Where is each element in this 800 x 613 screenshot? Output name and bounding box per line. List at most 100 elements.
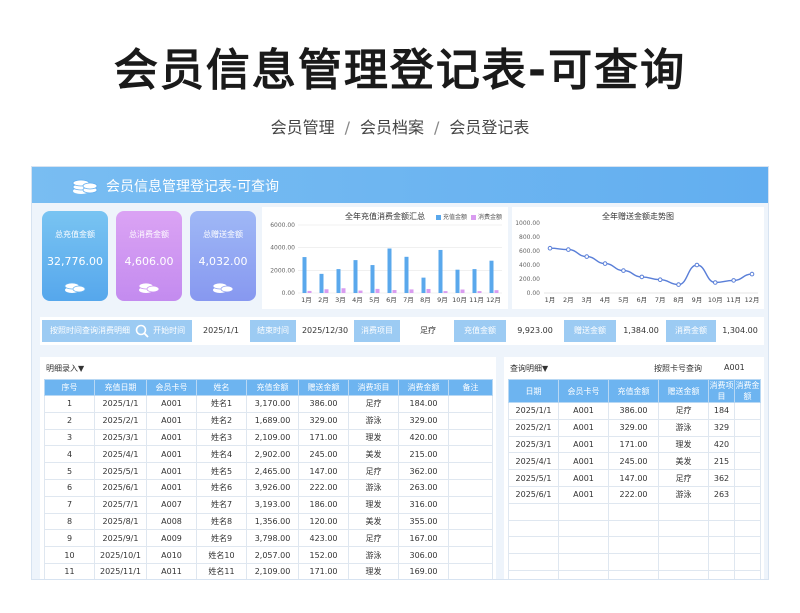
table-cell[interactable]: 11 (44, 562, 95, 579)
table-cell[interactable] (508, 553, 559, 571)
table-cell[interactable] (734, 502, 761, 521)
table-cell[interactable] (608, 502, 659, 521)
table-cell[interactable]: 理发 (348, 562, 399, 579)
query-detail-caption[interactable]: 查询明细▼ (510, 363, 548, 374)
query-card-input[interactable]: A001 (724, 363, 745, 372)
table-cell[interactable] (448, 495, 493, 514)
table-cell[interactable]: 美发 (348, 445, 399, 464)
table-cell[interactable]: 姓名9 (196, 529, 247, 548)
table-cell[interactable]: 2025/8/1 (94, 512, 147, 531)
table-cell[interactable] (658, 536, 709, 555)
table-cell[interactable]: 263.00 (398, 478, 449, 497)
table-cell[interactable]: 329.00 (608, 418, 659, 437)
table-cell[interactable]: 423.00 (298, 529, 349, 548)
table-cell[interactable] (658, 553, 709, 571)
table-cell[interactable] (608, 553, 659, 571)
table-cell[interactable]: 355.00 (398, 512, 449, 531)
table-cell[interactable] (558, 569, 609, 579)
table-cell[interactable]: 263 (708, 485, 735, 504)
table-cell[interactable]: 2025/6/1 (508, 485, 559, 504)
table-cell[interactable]: 362.00 (398, 462, 449, 480)
item-value[interactable]: 足疗 (404, 320, 452, 342)
table-cell[interactable]: 2025/3/1 (94, 428, 147, 447)
table-cell[interactable]: A001 (146, 445, 197, 464)
table-cell[interactable]: 329.00 (298, 411, 349, 430)
table-cell[interactable]: 7 (44, 495, 95, 514)
table-cell[interactable] (448, 546, 493, 564)
table-cell[interactable]: 2025/1/1 (94, 395, 147, 413)
table-cell[interactable]: 足疗 (348, 462, 399, 480)
table-cell[interactable]: 186.00 (298, 495, 349, 514)
table-cell[interactable] (448, 445, 493, 464)
table-cell[interactable]: 147.00 (608, 469, 659, 487)
table-cell[interactable]: 姓名10 (196, 546, 247, 564)
table-cell[interactable]: 姓名7 (196, 495, 247, 514)
table-cell[interactable] (448, 478, 493, 497)
table-cell[interactable]: A001 (558, 435, 609, 454)
breadcrumb-item[interactable]: 会员管理 (271, 118, 335, 137)
table-cell[interactable]: 1,689.00 (246, 411, 299, 430)
table-cell[interactable]: 2025/2/1 (508, 418, 559, 437)
table-cell[interactable] (708, 553, 735, 571)
table-cell[interactable]: 姓名2 (196, 411, 247, 430)
table-cell[interactable]: 2025/1/1 (508, 402, 559, 420)
table-cell[interactable]: 3 (44, 428, 95, 447)
table-cell[interactable] (734, 519, 761, 538)
table-cell[interactable]: 游泳 (348, 411, 399, 430)
table-cell[interactable]: 10 (44, 546, 95, 564)
table-cell[interactable] (448, 462, 493, 480)
table-cell[interactable]: 147.00 (298, 462, 349, 480)
table-cell[interactable]: 2 (44, 411, 95, 430)
table-cell[interactable]: 2025/3/1 (508, 435, 559, 454)
table-cell[interactable]: 美发 (348, 512, 399, 531)
table-cell[interactable]: 222.00 (608, 485, 659, 504)
table-cell[interactable]: 3,170.00 (246, 395, 299, 413)
table-cell[interactable]: 2,109.00 (246, 562, 299, 579)
table-cell[interactable] (658, 502, 709, 521)
table-cell[interactable]: 2,902.00 (246, 445, 299, 464)
table-cell[interactable]: 222.00 (298, 478, 349, 497)
table-cell[interactable]: A009 (146, 529, 197, 548)
table-cell[interactable]: 316.00 (398, 495, 449, 514)
table-cell[interactable]: 姓名1 (196, 395, 247, 413)
table-cell[interactable]: 游泳 (348, 546, 399, 564)
table-cell[interactable]: 215.00 (398, 445, 449, 464)
table-cell[interactable]: A001 (146, 428, 197, 447)
table-cell[interactable]: 2,057.00 (246, 546, 299, 564)
table-cell[interactable]: 3,798.00 (246, 529, 299, 548)
table-cell[interactable] (508, 502, 559, 521)
table-cell[interactable]: 245.00 (608, 452, 659, 471)
table-cell[interactable]: A007 (146, 495, 197, 514)
table-cell[interactable]: 理发 (348, 428, 399, 447)
table-cell[interactable]: 2025/4/1 (94, 445, 147, 464)
table-cell[interactable] (708, 519, 735, 538)
table-cell[interactable]: 5 (44, 462, 95, 480)
table-cell[interactable]: 美发 (658, 452, 709, 471)
table-cell[interactable]: 1 (44, 395, 95, 413)
table-cell[interactable]: 171.00 (298, 428, 349, 447)
table-cell[interactable] (608, 536, 659, 555)
table-cell[interactable] (448, 562, 493, 579)
table-cell[interactable]: 169.00 (398, 562, 449, 579)
table-cell[interactable] (608, 569, 659, 579)
table-cell[interactable]: 2025/5/1 (508, 469, 559, 487)
table-cell[interactable]: 2025/10/1 (94, 546, 147, 564)
table-cell[interactable]: 姓名3 (196, 428, 247, 447)
table-cell[interactable]: 2025/11/1 (94, 562, 147, 579)
table-cell[interactable]: 足疗 (658, 402, 709, 420)
table-cell[interactable] (448, 411, 493, 430)
table-cell[interactable]: 184.00 (398, 395, 449, 413)
table-cell[interactable]: 9 (44, 529, 95, 548)
table-cell[interactable]: 理发 (348, 495, 399, 514)
table-cell[interactable] (508, 569, 559, 579)
table-cell[interactable]: 4 (44, 445, 95, 464)
table-cell[interactable]: 245.00 (298, 445, 349, 464)
table-cell[interactable]: A008 (146, 512, 197, 531)
table-cell[interactable]: 8 (44, 512, 95, 531)
table-cell[interactable]: 386.00 (298, 395, 349, 413)
table-cell[interactable] (734, 418, 761, 437)
table-cell[interactable]: 2025/9/1 (94, 529, 147, 548)
table-cell[interactable]: 1,356.00 (246, 512, 299, 531)
table-cell[interactable] (558, 519, 609, 538)
table-cell[interactable] (558, 553, 609, 571)
